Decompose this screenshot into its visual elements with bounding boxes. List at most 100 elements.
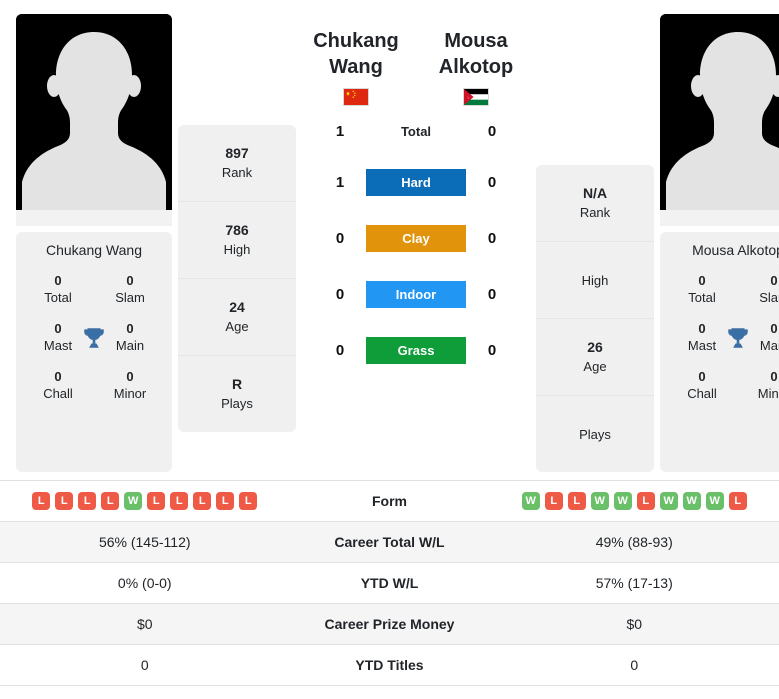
- form-badge[interactable]: L: [78, 492, 97, 510]
- form-badge[interactable]: W: [521, 492, 540, 510]
- form-badge[interactable]: L: [32, 492, 51, 510]
- title-label: Chall: [687, 386, 717, 401]
- surface-badge-clay[interactable]: Clay: [366, 224, 466, 252]
- stat-high: 786 High: [178, 202, 296, 279]
- form-badge[interactable]: W: [659, 492, 678, 510]
- left-form-cell: L L L L W L L L L L: [0, 492, 290, 510]
- left-player-last-name: Wang: [329, 56, 383, 78]
- right-value: $0: [626, 616, 643, 632]
- left-player-card-name: Chukang Wang: [46, 242, 142, 258]
- form-badge[interactable]: W: [124, 492, 143, 510]
- left-player-titles-card: Chukang Wang 0 Total 0 Slam 0 Mast 0 Mai…: [16, 232, 172, 472]
- stat-label: Rank: [221, 165, 253, 180]
- form-badge[interactable]: L: [170, 492, 189, 510]
- stat-value: 26: [587, 339, 603, 355]
- row-label: YTD W/L: [360, 575, 419, 591]
- stat-label: Rank: [579, 205, 611, 220]
- form-badge[interactable]: L: [193, 492, 212, 510]
- right-value: 0: [630, 657, 639, 673]
- h2h-row-indoor: 0 Indoor 0: [331, 266, 501, 322]
- table-row-ytd-wl: 0% (0-0) YTD W/L 57% (17-13): [0, 563, 779, 604]
- h2h-row-clay: 0 Clay 0: [331, 210, 501, 266]
- table-row-career-prize-money: $0 Career Prize Money $0: [0, 604, 779, 645]
- surface-badge-hard[interactable]: Hard: [366, 168, 466, 196]
- title-value: 0: [770, 273, 778, 288]
- right-player-titles-card: Mousa Alkotop 0 Total 0 Slam 0 Mast: [660, 232, 779, 472]
- title-cell-slam: 0 Slam: [94, 272, 166, 306]
- form-badge[interactable]: L: [544, 492, 563, 510]
- form-badge[interactable]: L: [636, 492, 655, 510]
- surface-breakdown-list: 1 Total 0 1 Hard 0 0 Clay 0 0 Indoor 0 0…: [331, 108, 501, 378]
- form-badge[interactable]: W: [705, 492, 724, 510]
- h2h-left-count: 0: [335, 229, 345, 247]
- right-player-last-name: Alkotop: [438, 56, 514, 78]
- title-label: Total: [688, 290, 716, 305]
- title-label: Chall: [43, 386, 73, 401]
- left-player-photo: [16, 14, 172, 226]
- right-player-first-name: Mousa: [444, 30, 508, 52]
- right-player-column: Mousa Alkotop 0 Total 0 Slam 0 Mast: [660, 14, 779, 472]
- player-silhouette-avatar: [16, 14, 172, 226]
- form-badge[interactable]: L: [728, 492, 747, 510]
- left-value: 0: [140, 657, 149, 673]
- stat-age: 26 Age: [536, 319, 654, 396]
- stat-value: 897: [225, 145, 249, 161]
- form-badge[interactable]: L: [55, 492, 74, 510]
- h2h-right-count: 0: [487, 122, 497, 140]
- h2h-left-count: 1: [335, 122, 345, 140]
- stat-rank: 897 Rank: [178, 125, 296, 202]
- form-badge[interactable]: W: [590, 492, 609, 510]
- head-to-head-column: Chukang Wang Mousa Alkotop 1 Total 0 1 H…: [296, 14, 536, 378]
- title-value: 0: [126, 369, 134, 384]
- form-badge[interactable]: L: [239, 492, 258, 510]
- form-badge[interactable]: L: [216, 492, 235, 510]
- form-badge[interactable]: W: [613, 492, 632, 510]
- h2h-right-count: 0: [487, 229, 497, 247]
- left-player-first-name: Chukang: [313, 30, 399, 52]
- title-value: 0: [126, 273, 134, 288]
- stat-label: Plays: [579, 426, 611, 442]
- right-player-photo: [660, 14, 779, 226]
- h2h-right-count: 0: [487, 341, 497, 359]
- form-badge[interactable]: L: [567, 492, 586, 510]
- title-cell-minor: 0 Minor: [738, 368, 779, 402]
- title-value: 0: [698, 273, 706, 288]
- h2h-row-total: 1 Total 0: [331, 108, 501, 154]
- surface-badge-grass[interactable]: Grass: [366, 336, 466, 364]
- table-row-ytd-titles: 0 YTD Titles 0: [0, 645, 779, 686]
- form-badge[interactable]: W: [682, 492, 701, 510]
- flag-jordan: [463, 88, 489, 106]
- left-value: $0: [136, 616, 153, 632]
- form-badge[interactable]: L: [101, 492, 120, 510]
- title-label: Total: [44, 290, 72, 305]
- h2h-right-count: 0: [487, 173, 497, 191]
- row-label: Form: [372, 493, 407, 509]
- stat-value: R: [231, 376, 243, 392]
- h2h-row-hard: 1 Hard 0: [331, 154, 501, 210]
- title-cell-minor: 0 Minor: [94, 368, 166, 402]
- form-badge[interactable]: L: [147, 492, 166, 510]
- row-label: Career Total W/L: [334, 534, 445, 550]
- comparison-header: Chukang Wang 0 Total 0 Slam 0 Mast 0 Mai…: [0, 0, 779, 472]
- stat-high: High: [536, 242, 654, 319]
- stat-rank: N/A Rank: [536, 165, 654, 242]
- h2h-row-grass: 0 Grass 0: [331, 322, 501, 378]
- row-label: Career Prize Money: [324, 616, 455, 632]
- surface-badge-indoor[interactable]: Indoor: [366, 280, 466, 308]
- title-cell-total: 0 Total: [666, 272, 738, 306]
- table-row-career-total-wl: 56% (145-112) Career Total W/L 49% (88-9…: [0, 522, 779, 563]
- player-silhouette-avatar: [660, 14, 779, 226]
- flag-china: [343, 88, 369, 106]
- stat-value: N/A: [582, 185, 608, 201]
- left-player-name-block: Chukang Wang: [296, 28, 416, 106]
- comparison-table: L L L L W L L L L L Form W L L W W L W W…: [0, 480, 779, 686]
- title-value: 0: [770, 369, 778, 384]
- left-stats-card: 897 Rank 786 High 24 Age R Plays: [178, 125, 296, 432]
- title-label: Minor: [757, 386, 779, 401]
- left-player-stats-column: 897 Rank 786 High 24 Age R Plays: [178, 125, 296, 432]
- title-cell-total: 0 Total: [22, 272, 94, 306]
- right-value: 49% (88-93): [595, 534, 673, 550]
- right-player-card-name: Mousa Alkotop: [692, 242, 779, 258]
- h2h-left-count: 1: [335, 173, 345, 191]
- left-titles-grid: 0 Total 0 Slam 0 Mast 0 Main 0 Chall 0 M…: [22, 272, 166, 402]
